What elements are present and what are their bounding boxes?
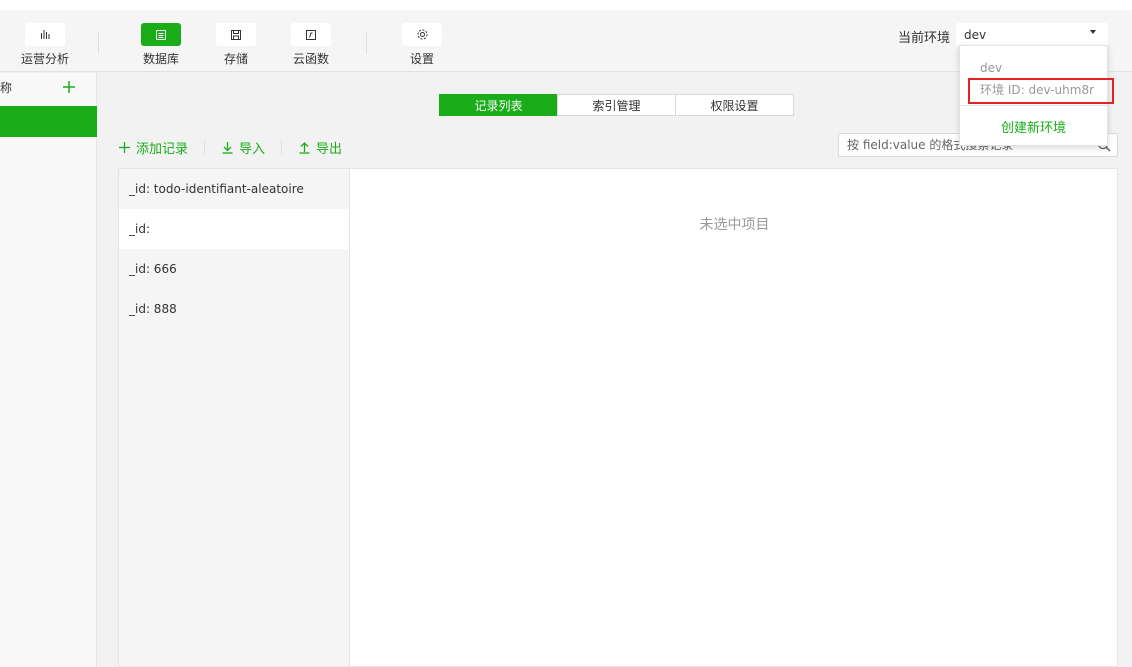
toolbar-settings-button[interactable]: 设置 <box>387 23 457 67</box>
selected-collection-item[interactable] <box>0 106 97 137</box>
add-record-label: 添加记录 <box>136 141 189 157</box>
plus-icon <box>119 141 130 153</box>
tab-index-management[interactable]: 索引管理 <box>557 94 676 116</box>
highlight-box <box>968 78 1114 104</box>
toolbar-divider <box>98 32 99 54</box>
download-icon <box>222 141 233 154</box>
create-environment-button[interactable]: 创建新环境 <box>960 117 1107 136</box>
environment-selected-value: dev <box>964 28 987 42</box>
record-list: _id: todo-identifiant-aleatoire _id: _id… <box>118 168 350 667</box>
environment-select[interactable]: dev <box>956 23 1108 46</box>
cloud-function-icon <box>291 23 331 46</box>
toolbar-divider <box>366 32 367 54</box>
add-collection-button[interactable] <box>59 77 79 97</box>
storage-icon <box>216 23 256 46</box>
action-divider <box>204 140 206 154</box>
toolbar-settings-label: 设置 <box>409 52 434 66</box>
collection-header-label: 称 <box>0 81 13 95</box>
collection-sidebar: 称 <box>0 73 97 667</box>
plus-icon <box>63 81 75 93</box>
record-actions: 添加记录 导入 导出 <box>118 138 342 157</box>
toolbar-analytics-button[interactable]: 运营分析 <box>10 23 80 67</box>
toolbar-cloud-function-button[interactable]: 云函数 <box>276 23 346 67</box>
tab-record-list[interactable]: 记录列表 <box>439 94 558 116</box>
export-button[interactable]: 导出 <box>298 138 342 157</box>
record-list-item[interactable]: _id: 666 <box>119 249 350 289</box>
chevron-down-icon <box>1090 30 1096 34</box>
toolbar-database-label: 数据库 <box>142 52 179 66</box>
upload-icon <box>299 141 310 154</box>
export-label: 导出 <box>316 141 343 157</box>
database-icon <box>141 23 181 46</box>
import-label: 导入 <box>239 141 266 157</box>
record-list-item[interactable]: _id: todo-identifiant-aleatoire <box>119 169 350 209</box>
import-button[interactable]: 导入 <box>221 138 265 157</box>
record-list-item[interactable]: _id: 888 <box>119 289 350 329</box>
dropdown-divider <box>960 105 1107 106</box>
environment-dropdown-menu: dev 环境 ID: dev-uhm8r 创建新环境 <box>959 45 1114 146</box>
top-strip <box>0 0 1132 10</box>
view-tabs: 记录列表 索引管理 权限设置 <box>439 94 794 116</box>
empty-state-text: 未选中项目 <box>699 217 770 233</box>
tab-permission-settings[interactable]: 权限设置 <box>675 94 794 116</box>
action-divider <box>281 140 283 154</box>
environment-label: 当前环境 <box>898 31 951 46</box>
record-detail-panel: 未选中项目 <box>349 168 1118 667</box>
record-list-item-selected[interactable]: _id: <box>119 209 350 249</box>
toolbar-cloud-function-label: 云函数 <box>292 52 329 66</box>
gear-icon <box>402 23 442 46</box>
add-record-button[interactable]: 添加记录 <box>118 138 188 157</box>
toolbar-analytics-label: 运营分析 <box>20 52 69 66</box>
toolbar-database-button[interactable]: 数据库 <box>126 23 196 67</box>
toolbar-storage-label: 存储 <box>223 52 248 66</box>
dropdown-env-name[interactable]: dev <box>980 61 1002 75</box>
bar-chart-icon <box>25 23 65 46</box>
toolbar-storage-button[interactable]: 存储 <box>201 23 271 67</box>
